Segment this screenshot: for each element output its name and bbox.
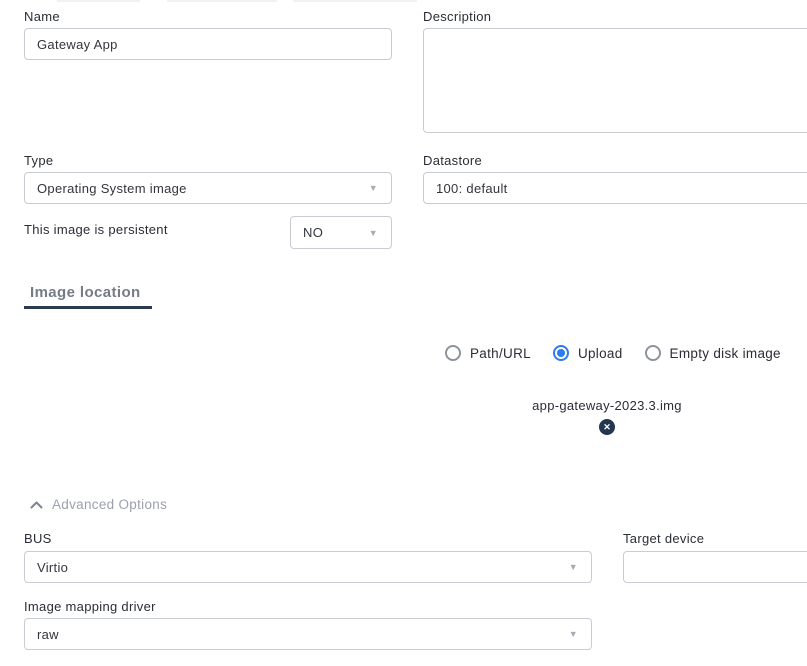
radio-unselected-icon — [445, 345, 461, 361]
type-select-value: Operating System image — [37, 181, 187, 196]
persistent-label: This image is persistent — [24, 222, 168, 237]
datastore-label: Datastore — [423, 153, 482, 168]
datastore-select-value: 100: default — [436, 181, 508, 196]
radio-option-path-url[interactable]: Path/URL — [445, 345, 531, 361]
description-label: Description — [423, 9, 491, 24]
image-source-radio-group: Path/URL Upload Empty disk image — [445, 345, 781, 361]
create-image-form: Name Description Type Operating System i… — [0, 0, 807, 666]
bus-select-value: Virtio — [37, 560, 68, 575]
tab-image-location[interactable]: Image location — [30, 284, 141, 301]
description-textarea[interactable] — [423, 28, 807, 133]
persistent-select-value: NO — [303, 225, 323, 240]
mapping-driver-label: Image mapping driver — [24, 599, 156, 614]
chevron-down-icon: ▼ — [569, 562, 578, 572]
datastore-select[interactable]: 100: default — [423, 172, 807, 204]
cropped-content-remnant — [167, 0, 277, 2]
type-select[interactable]: Operating System image ▼ — [24, 172, 392, 204]
bus-select[interactable]: Virtio ▼ — [24, 551, 592, 583]
persistent-select[interactable]: NO ▼ — [290, 216, 392, 249]
cropped-content-remnant — [57, 0, 140, 2]
target-device-input[interactable] — [623, 551, 807, 583]
advanced-options-label: Advanced Options — [52, 497, 167, 512]
radio-selected-icon — [553, 345, 569, 361]
tab-active-underline — [24, 306, 152, 309]
bus-label: BUS — [24, 531, 52, 546]
advanced-options-toggle[interactable]: Advanced Options — [30, 497, 167, 512]
name-label: Name — [24, 9, 60, 24]
mapping-driver-select-value: raw — [37, 627, 59, 642]
remove-file-icon[interactable]: ✕ — [599, 419, 615, 435]
target-device-label: Target device — [623, 531, 704, 546]
uploaded-file-name: app-gateway-2023.3.img — [457, 398, 757, 413]
chevron-down-icon: ▼ — [369, 183, 378, 193]
cropped-content-remnant — [293, 0, 417, 2]
type-label: Type — [24, 153, 53, 168]
radio-option-empty-disk[interactable]: Empty disk image — [645, 345, 781, 361]
name-input[interactable] — [24, 28, 392, 60]
chevron-down-icon: ▼ — [569, 629, 578, 639]
radio-option-upload[interactable]: Upload — [553, 345, 623, 361]
mapping-driver-select[interactable]: raw ▼ — [24, 618, 592, 650]
radio-unselected-icon — [645, 345, 661, 361]
chevron-down-icon: ▼ — [369, 228, 378, 238]
chevron-up-icon — [30, 501, 43, 509]
